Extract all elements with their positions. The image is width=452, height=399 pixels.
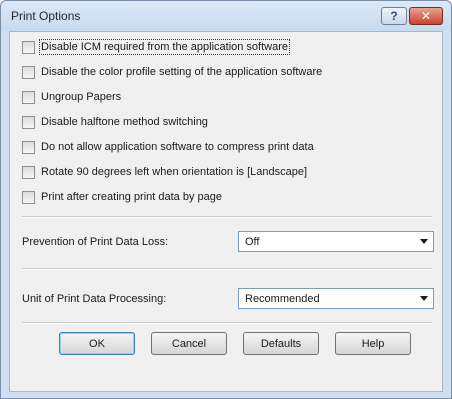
chevron-down-icon xyxy=(420,296,428,301)
option-label: Do not allow application software to com… xyxy=(41,141,314,153)
option-rotate-90-left[interactable]: Rotate 90 degrees left when orientation … xyxy=(22,164,307,180)
option-disable-icm[interactable]: Disable ICM required from the applicatio… xyxy=(22,39,291,55)
prevention-label: Prevention of Print Data Loss: xyxy=(22,236,169,248)
defaults-button[interactable]: Defaults xyxy=(243,332,319,355)
cancel-button[interactable]: Cancel xyxy=(151,332,227,355)
dialog-title: Print Options xyxy=(11,9,81,23)
unit-select[interactable]: Recommended xyxy=(238,288,434,309)
checkbox[interactable] xyxy=(22,115,35,129)
unit-label: Unit of Print Data Processing: xyxy=(22,293,167,305)
option-label: Print after creating print data by page xyxy=(41,191,222,203)
option-label: Rotate 90 degrees left when orientation … xyxy=(41,166,308,178)
checkbox[interactable] xyxy=(22,90,35,104)
checkbox[interactable] xyxy=(22,65,35,79)
prevention-value: Off xyxy=(245,235,260,248)
print-options-dialog: Print Options ? ✕ Disable ICM required f… xyxy=(0,0,452,399)
title-bar[interactable]: Print Options ? ✕ xyxy=(1,1,451,31)
help-title-button[interactable]: ? xyxy=(381,7,407,25)
option-label: Disable halftone method switching xyxy=(41,116,208,128)
prevention-select[interactable]: Off xyxy=(238,231,434,252)
question-mark-icon: ? xyxy=(390,9,398,23)
separator xyxy=(22,216,432,218)
checkbox[interactable] xyxy=(22,165,35,179)
option-label: Disable ICM required from the applicatio… xyxy=(38,39,291,55)
separator xyxy=(22,268,432,270)
checkbox[interactable] xyxy=(22,40,35,54)
ok-button[interactable]: OK xyxy=(59,332,135,355)
help-button[interactable]: Help xyxy=(335,332,411,355)
close-icon: ✕ xyxy=(420,9,432,23)
chevron-down-icon xyxy=(420,239,428,244)
option-disable-color-profile[interactable]: Disable the color profile setting of the… xyxy=(22,64,322,80)
option-label: Disable the color profile setting of the… xyxy=(41,66,323,78)
option-disable-halftone[interactable]: Disable halftone method switching xyxy=(22,114,208,130)
option-no-compress[interactable]: Do not allow application software to com… xyxy=(22,139,314,155)
checkbox[interactable] xyxy=(22,190,35,204)
option-print-by-page[interactable]: Print after creating print data by page xyxy=(22,189,222,205)
dialog-body: Disable ICM required from the applicatio… xyxy=(9,31,443,392)
close-button[interactable]: ✕ xyxy=(409,7,443,25)
separator xyxy=(22,322,432,324)
unit-value: Recommended xyxy=(245,292,320,305)
option-label: Ungroup Papers xyxy=(41,91,122,103)
checkbox[interactable] xyxy=(22,140,35,154)
option-ungroup-papers[interactable]: Ungroup Papers xyxy=(22,89,121,105)
